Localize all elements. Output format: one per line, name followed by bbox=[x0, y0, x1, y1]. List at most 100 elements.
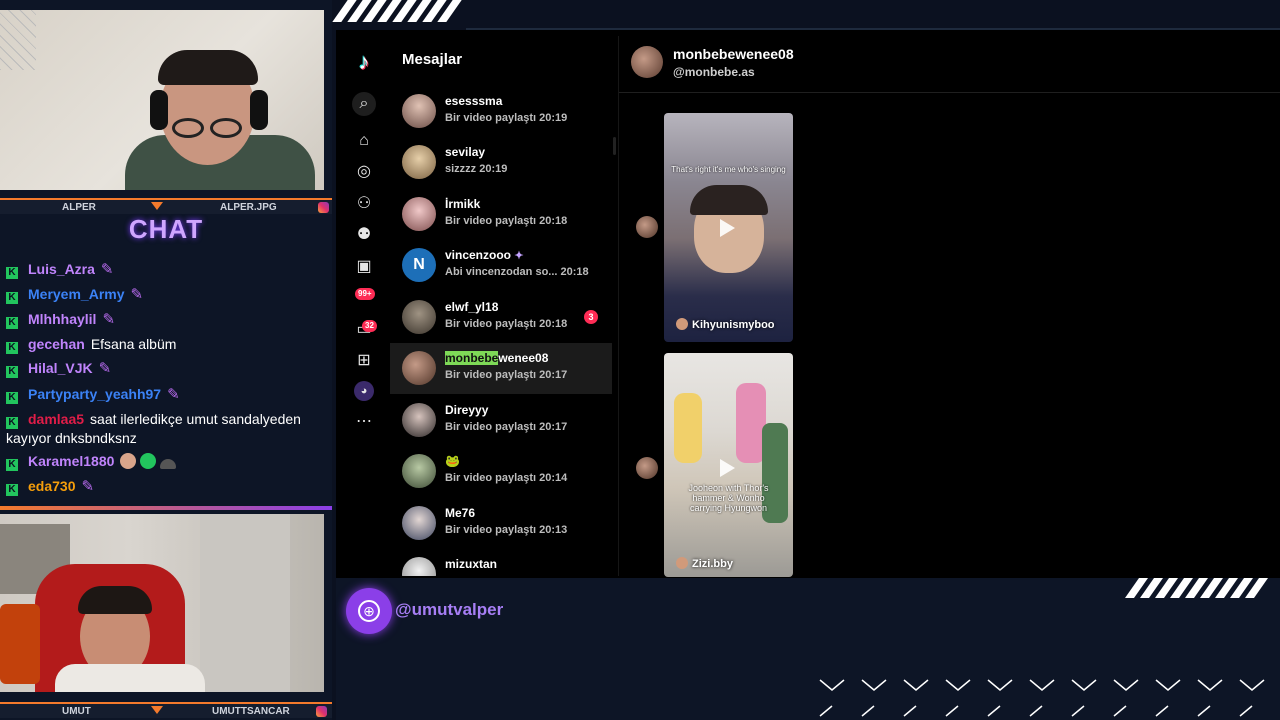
conversation-item[interactable]: N vincenzooo ✦ Abi vincenzodan so... 20:… bbox=[390, 240, 612, 291]
chat-title: CHAT bbox=[128, 214, 204, 244]
chat-header-handle: @monbebe.as bbox=[673, 65, 755, 79]
kick-icon: K bbox=[6, 392, 18, 404]
cam-top-right-name: ALPER.JPG bbox=[220, 201, 277, 213]
kick-icon: K bbox=[6, 459, 18, 471]
decor-chevrons bbox=[818, 676, 1280, 720]
play-icon bbox=[720, 459, 735, 477]
decor-stripes-top bbox=[332, 0, 466, 22]
panel-divider bbox=[618, 36, 619, 576]
avatar bbox=[402, 506, 436, 540]
chat-message: K Mlhhhaylil ✎ bbox=[6, 310, 326, 329]
webcam-top bbox=[0, 10, 324, 190]
shared-video[interactable]: That's right it's me who's singing Kihyu… bbox=[664, 113, 793, 342]
sword-icon: ✎ bbox=[81, 478, 95, 495]
chat-header-avatar[interactable] bbox=[631, 46, 663, 78]
upload-icon[interactable]: ⊞ bbox=[352, 349, 376, 373]
scrollbar[interactable] bbox=[613, 137, 616, 155]
more-icon[interactable]: ⋯ bbox=[352, 410, 376, 434]
chat-header-name[interactable]: monbebewenee08 bbox=[673, 46, 794, 62]
kick-icon: K bbox=[6, 267, 18, 279]
divider bbox=[0, 506, 332, 510]
chat-message: Kgecehan Efsana albüm bbox=[6, 335, 326, 354]
chat-message: Kdamlaa5 saat ilerledikçe umut sandalyede… bbox=[6, 410, 326, 447]
sender-avatar[interactable] bbox=[636, 216, 658, 238]
avatar bbox=[402, 300, 436, 334]
kick-icon: K bbox=[6, 292, 18, 304]
chat-username: Karamel1880 bbox=[28, 453, 115, 469]
kick-icon: K bbox=[6, 342, 18, 354]
conversation-preview: Abi vincenzodan so... 20:18 bbox=[445, 266, 589, 278]
conversation-preview: Bir video paylaştı 20:19 bbox=[445, 112, 568, 124]
tiktok-logo-icon[interactable]: ♪ bbox=[352, 50, 376, 74]
inbox-badge: 32 bbox=[362, 320, 377, 332]
cam-top-namebar: ALPER ALPER.JPG bbox=[0, 198, 332, 214]
sender-avatar[interactable] bbox=[636, 457, 658, 479]
emoji-icon: ✦ bbox=[514, 250, 524, 262]
explore-icon[interactable]: ◎ bbox=[352, 160, 376, 184]
conversation-preview: Bir video paylaştı 20:14 bbox=[445, 472, 568, 484]
chat-username: Luis_Azra bbox=[28, 261, 95, 277]
conversation-name: Me76 bbox=[445, 506, 476, 520]
avatar bbox=[402, 403, 436, 437]
conversation-preview: Bir video paylaştı 20:18 bbox=[445, 318, 568, 330]
conversation-item[interactable]: mizuxtan bbox=[390, 549, 612, 576]
messages-title: Mesajlar bbox=[402, 51, 463, 68]
conversation-item[interactable]: elwf_yl18 Bir video paylaştı 20:18 3 bbox=[390, 292, 612, 343]
shared-video[interactable]: Jooheon with Thor's hammer & Wonho carry… bbox=[664, 353, 793, 577]
conversation-item[interactable]: İrmikk Bir video paylaştı 20:18 bbox=[390, 189, 612, 240]
webcam-bottom bbox=[0, 514, 324, 692]
cam-top-left-name: ALPER bbox=[62, 201, 96, 213]
conversation-item[interactable]: 🐸 Bir video paylaştı 20:14 bbox=[390, 446, 612, 497]
conversation-preview: sizzzz 20:19 bbox=[445, 163, 508, 175]
conversation-item[interactable]: Direyyy Bir video paylaştı 20:17 bbox=[390, 395, 612, 446]
conversation-name: sevilay bbox=[445, 145, 486, 159]
social-handle: @umutvalper bbox=[395, 600, 504, 619]
live-icon[interactable]: ▣ bbox=[352, 255, 376, 279]
video-caption: That's right it's me who's singing bbox=[671, 165, 786, 174]
following-icon[interactable]: ⚇ bbox=[352, 192, 376, 216]
search-icon[interactable]: ⌕ bbox=[352, 92, 376, 116]
friends-icon[interactable]: ⚉ bbox=[352, 223, 376, 247]
conversation-name: esesssma bbox=[445, 94, 503, 108]
kick-icon: K bbox=[6, 417, 18, 429]
chat-text: Efsana albüm bbox=[90, 336, 177, 352]
chat-message: K Partyparty_yeahh97 ✎ bbox=[6, 385, 326, 404]
avatar bbox=[402, 351, 436, 385]
conversation-preview: Bir video paylaştı 20:13 bbox=[445, 524, 568, 536]
avatar bbox=[402, 94, 436, 128]
conversation-name: mizuxtan bbox=[445, 557, 498, 571]
video-author: Kihyunismyboo bbox=[676, 318, 775, 331]
author-avatar bbox=[676, 318, 688, 330]
video-caption: Jooheon with Thor's hammer & Wonho carry… bbox=[688, 483, 769, 513]
triangle-icon bbox=[151, 706, 163, 714]
conversation-item[interactable]: esesssma Bir video paylaştı 20:19 bbox=[390, 86, 612, 137]
conversation-name: 🐸 bbox=[445, 454, 460, 468]
play-icon bbox=[720, 219, 735, 237]
unread-badge: 3 bbox=[584, 310, 598, 324]
sword-icon: ✎ bbox=[167, 386, 180, 403]
home-icon[interactable]: ⌂ bbox=[352, 129, 376, 153]
chat-username: Mlhhhaylil bbox=[28, 311, 97, 327]
globe-icon: ⊕ bbox=[346, 588, 392, 634]
chat-message: K Luis_Azra ✎ bbox=[6, 260, 326, 279]
conversation-item[interactable]: Me76 Bir video paylaştı 20:13 bbox=[390, 498, 612, 549]
chat-username: gecehan bbox=[28, 336, 85, 352]
conversation-name: monbebewenee08 bbox=[445, 351, 549, 365]
instagram-icon bbox=[316, 706, 327, 717]
kick-icon: K bbox=[6, 366, 18, 378]
author-avatar bbox=[676, 557, 688, 569]
conversation-preview: Bir video paylaştı 20:18 bbox=[445, 215, 568, 227]
chat-username: Hilal_VJK bbox=[28, 360, 93, 376]
avatar bbox=[402, 557, 436, 576]
sword-icon: ✎ bbox=[102, 311, 116, 328]
chat-username: Meryem_Army bbox=[28, 286, 125, 302]
chat-username: eda730 bbox=[28, 478, 76, 494]
conversation-item[interactable]: sevilay sizzzz 20:19 bbox=[390, 137, 612, 188]
conversation-name: Direyyy bbox=[445, 403, 489, 417]
sword-icon: ✎ bbox=[98, 360, 112, 377]
chat-username: damlaa5 bbox=[28, 411, 85, 427]
conversation-item-active[interactable]: monbebewenee08 Bir video paylaştı 20:17 bbox=[390, 343, 612, 394]
cam-bottom-right-name: UMUTTSANCAR bbox=[212, 705, 290, 717]
profile-avatar[interactable]: ◕ bbox=[354, 381, 374, 401]
kick-icon: K bbox=[6, 484, 18, 496]
